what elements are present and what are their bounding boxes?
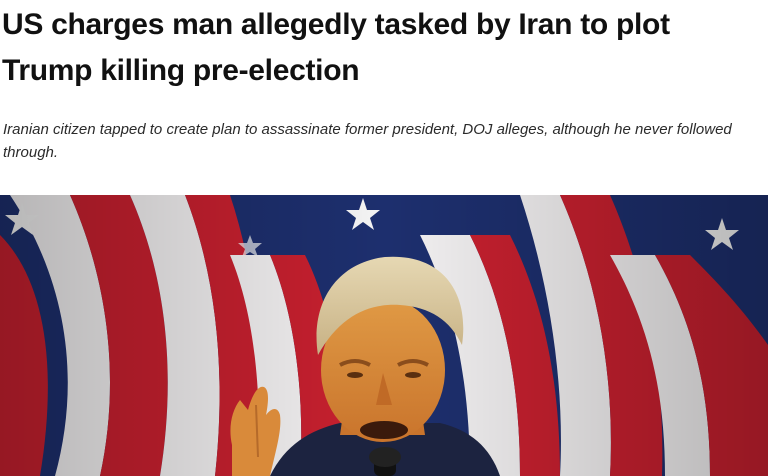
hero-image[interactable] xyxy=(0,195,768,476)
article-subheadline: Iranian citizen tapped to create plan to… xyxy=(3,121,732,161)
article-page: US charges man allegedly tasked by Iran … xyxy=(0,0,768,476)
hero-photo-illustration xyxy=(0,195,768,476)
article-headline[interactable]: US charges man allegedly tasked by Iran … xyxy=(2,2,742,94)
